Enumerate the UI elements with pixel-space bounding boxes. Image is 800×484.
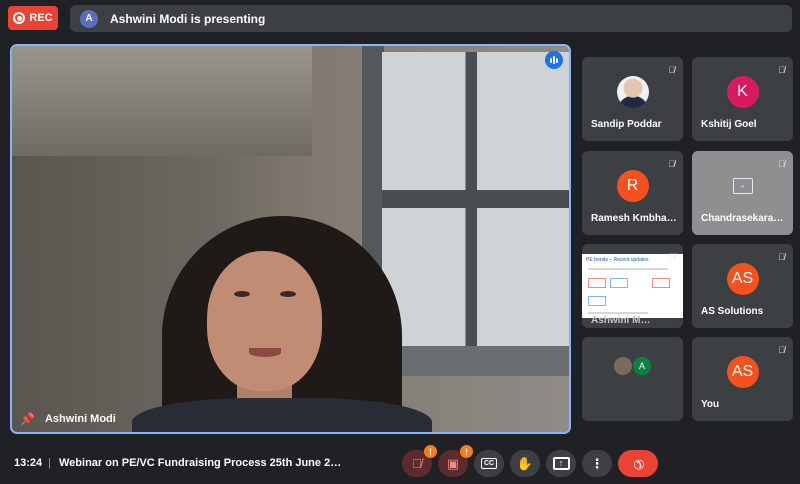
- participant-avatar: AS: [726, 263, 759, 296]
- recording-indicator: REC: [8, 6, 58, 30]
- participant-tile-sandip[interactable]: 🎙̸ Sandip Poddar: [582, 57, 683, 141]
- participant-name: Ramesh Kmbha…: [591, 213, 677, 224]
- presenter-avatar: A: [80, 9, 98, 28]
- presenting-banner[interactable]: A Ashwini Modi is presenting: [70, 5, 792, 32]
- camera-off-icon: ▫: [732, 178, 753, 195]
- bottom-control-bar: 13:24 | Webinar on PE/VC Fundraising Pro…: [0, 440, 800, 484]
- mic-off-icon: 🎙̸: [778, 345, 785, 355]
- shared-slide-thumbnail: PE trends – Recent updates: [582, 254, 683, 318]
- presenting-text: Ashwini Modi is presenting: [110, 11, 266, 26]
- mic-off-icon: 🎙̸: [778, 159, 785, 169]
- meeting-title: Webinar on PE/VC Fundraising Process 25t…: [59, 457, 342, 469]
- participant-name: You: [701, 399, 720, 410]
- captions-button[interactable]: CC: [474, 450, 504, 477]
- participant-name: Sandip Poddar: [591, 119, 662, 130]
- present-now-button[interactable]: ↑: [546, 450, 576, 477]
- hand-icon: ✋: [516, 455, 534, 471]
- speaker-face: [207, 251, 322, 391]
- more-options-button[interactable]: ⋮: [582, 450, 612, 477]
- participant-name: Chandrasekara…: [701, 213, 784, 224]
- mic-off-icon: 🎙̸: [412, 456, 422, 471]
- closed-captions-icon: CC: [480, 458, 498, 469]
- more-vert-icon: ⋮: [590, 455, 604, 471]
- participant-tile-ramesh[interactable]: 🎙̸ R Ramesh Kmbha…: [582, 151, 683, 235]
- participant-tile-chandrasekaran[interactable]: 🎙̸ ▫ Chandrasekara…: [692, 151, 793, 235]
- participant-photo: [616, 76, 649, 109]
- participant-tile-presentation[interactable]: PE trends – Recent updates 🎙̸ Ashwini M…: [582, 244, 683, 328]
- participant-avatar: R: [616, 170, 649, 203]
- mic-warning-badge: !: [424, 445, 437, 458]
- participant-avatar: AS: [726, 356, 759, 389]
- present-screen-icon: ↑: [552, 457, 570, 470]
- pin-icon[interactable]: 📌: [20, 412, 35, 426]
- microphone-toggle-button[interactable]: 🎙̸ !: [402, 445, 437, 477]
- leave-call-button[interactable]: ✆: [618, 450, 658, 477]
- main-speaker-label: 📌 Ashwini Modi: [20, 412, 116, 426]
- clock: 13:24: [14, 457, 43, 469]
- participant-tile-kshitij[interactable]: 🎙̸ K Kshitij Goel: [692, 57, 793, 141]
- separator: |: [48, 457, 51, 469]
- participant-avatar: A: [633, 357, 651, 375]
- camera-warning-badge: !: [460, 445, 473, 458]
- end-call-icon: ✆: [629, 454, 648, 474]
- participant-tile-as-solutions[interactable]: 🎙̸ AS AS Solutions: [692, 244, 793, 328]
- main-speaker-video[interactable]: 📌 Ashwini Modi: [10, 44, 571, 434]
- more-participants: A: [614, 357, 651, 375]
- participant-tile-you[interactable]: 🎙̸ AS You: [692, 337, 793, 421]
- main-speaker-name: Ashwini Modi: [44, 413, 116, 425]
- background-window: [382, 52, 569, 352]
- speaking-indicator-icon: [545, 51, 563, 69]
- mic-off-icon: 🎙̸: [668, 252, 675, 262]
- participant-name: AS Solutions: [701, 306, 764, 317]
- mic-off-icon: 🎙̸: [668, 159, 675, 169]
- mic-off-icon: 🎙̸: [778, 252, 785, 262]
- participant-avatar: K: [726, 76, 759, 109]
- mic-off-icon: 🎙̸: [668, 65, 675, 75]
- camera-toggle-button[interactable]: ▣ !: [438, 445, 473, 477]
- participant-photo: [614, 357, 632, 375]
- record-icon: [13, 12, 26, 24]
- participant-name: Kshitij Goel: [701, 119, 757, 130]
- raise-hand-button[interactable]: ✋: [510, 450, 540, 477]
- presenter-thumbnail-name: Ashwini M…: [591, 315, 651, 326]
- rec-label: REC: [29, 12, 53, 24]
- camera-off-icon: ▣: [446, 455, 460, 471]
- slide-title: PE trends – Recent updates: [586, 257, 649, 263]
- participant-tile-others[interactable]: A: [582, 337, 683, 421]
- mic-off-icon: 🎙̸: [778, 65, 785, 75]
